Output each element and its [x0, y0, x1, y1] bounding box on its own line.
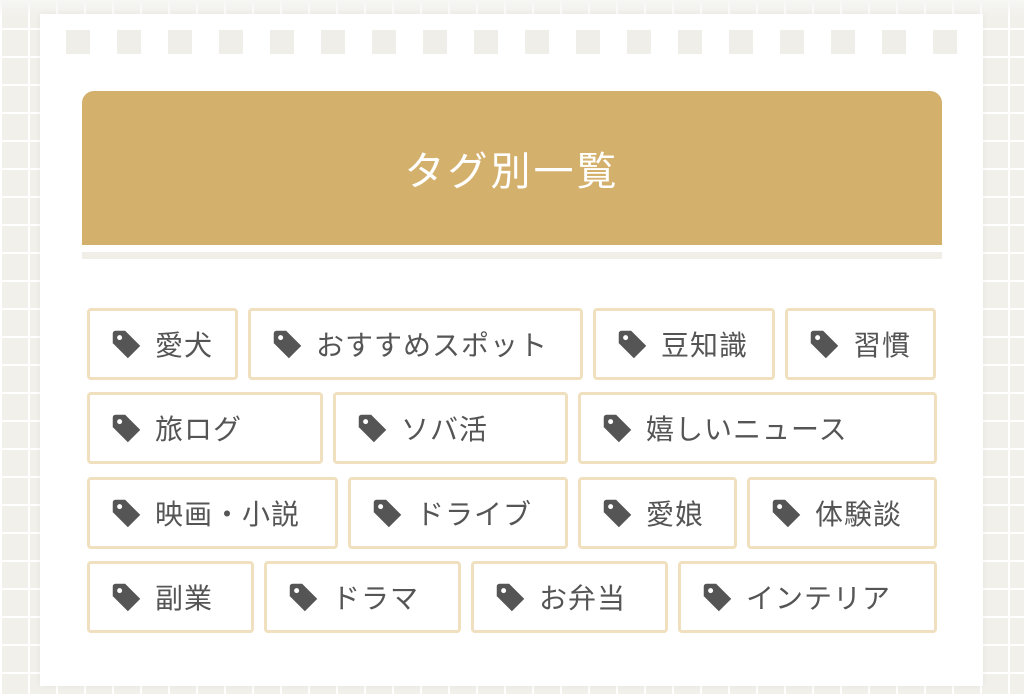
tag-link-eiga-shosetsu[interactable]: 映画・小説	[87, 477, 338, 549]
tag-icon	[618, 330, 647, 358]
tag-icon	[496, 583, 525, 611]
tag-icon	[112, 414, 141, 442]
tag-label: 習慣	[853, 329, 912, 362]
tag-icon	[703, 583, 732, 611]
tag-label: 副業	[155, 582, 214, 615]
tag-link-aiken[interactable]: 愛犬	[87, 308, 238, 380]
tag-label: 豆知識	[661, 329, 749, 362]
tag-icon	[273, 330, 302, 358]
tag-link-tabilog[interactable]: 旅ログ	[87, 392, 323, 464]
tag-label: 愛犬	[155, 329, 214, 362]
tag-link-drama[interactable]: ドラマ	[264, 561, 461, 633]
tag-icon	[289, 583, 318, 611]
tag-label: 愛娘	[646, 498, 705, 531]
tag-icon	[112, 330, 141, 358]
tag-link-manamusume[interactable]: 愛娘	[578, 477, 737, 549]
tag-label: お弁当	[539, 582, 627, 615]
section-heading: タグ別一覧	[82, 91, 942, 245]
tag-link-taikendan[interactable]: 体験談	[747, 477, 937, 549]
tag-icon	[772, 499, 801, 527]
perforation-edge	[66, 30, 966, 54]
heading-divider	[82, 252, 942, 259]
tag-link-sobakatsu[interactable]: ソバ活	[333, 392, 568, 464]
tag-label: ドラマ	[332, 582, 420, 615]
tag-label: インテリア	[746, 582, 892, 615]
page-title: タグ別一覧	[404, 149, 620, 195]
tag-link-ureshii-news[interactable]: 嬉しいニュース	[578, 392, 937, 464]
tag-icon	[810, 330, 839, 358]
tag-label: 嬉しいニュース	[646, 413, 848, 446]
tag-link-fukugyo[interactable]: 副業	[87, 561, 254, 633]
tag-label: ドライブ	[416, 498, 533, 531]
tag-list-card: タグ別一覧 愛犬 おすすめスポット 豆知識 習慣 旅ログ ソバ活 嬉しいニュース…	[40, 14, 983, 686]
tag-label: ソバ活	[401, 413, 489, 446]
tag-icon	[603, 499, 632, 527]
tag-label: 体験談	[815, 498, 903, 531]
tag-link-mamechishiki[interactable]: 豆知識	[593, 308, 775, 380]
tag-icon	[373, 499, 402, 527]
tag-link-shukan[interactable]: 習慣	[785, 308, 936, 380]
tag-link-interior[interactable]: インテリア	[678, 561, 937, 633]
tag-link-obento[interactable]: お弁当	[471, 561, 668, 633]
tag-label: 旅ログ	[155, 413, 243, 446]
tag-label: 映画・小説	[155, 498, 301, 531]
tag-label: おすすめスポット	[316, 329, 549, 362]
tag-link-osusume-spot[interactable]: おすすめスポット	[248, 308, 583, 380]
tag-icon	[112, 583, 141, 611]
tag-icon	[603, 414, 632, 442]
tag-link-drive[interactable]: ドライブ	[348, 477, 568, 549]
tag-icon	[112, 499, 141, 527]
tag-icon	[358, 414, 387, 442]
